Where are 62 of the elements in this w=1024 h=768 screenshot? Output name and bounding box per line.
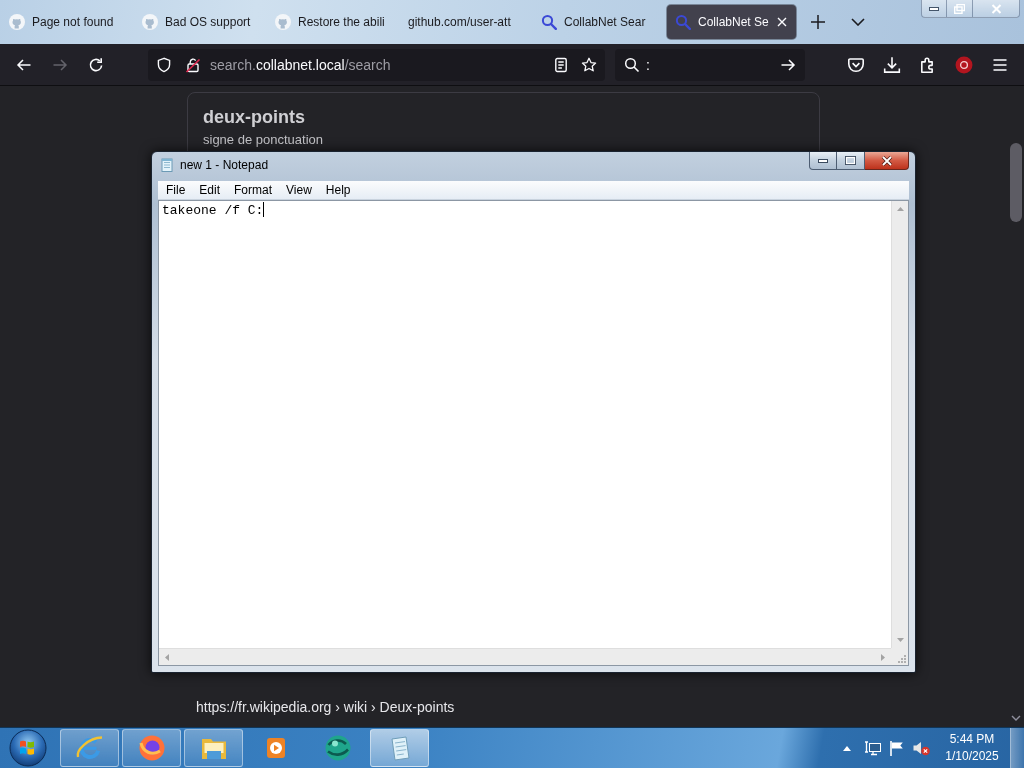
round-badge-icon bbox=[955, 55, 973, 74]
search-field[interactable]: : bbox=[615, 48, 805, 81]
menu-item[interactable]: Help bbox=[318, 181, 358, 199]
browser-tab[interactable]: Bad OS support bbox=[133, 5, 266, 39]
taskbar-button[interactable] bbox=[122, 729, 181, 767]
minimize-button[interactable] bbox=[921, 0, 947, 18]
flag-icon[interactable] bbox=[888, 740, 906, 756]
result-description: signe de ponctuation bbox=[203, 132, 323, 148]
cat-logo-icon bbox=[275, 14, 291, 30]
menu-item[interactable]: File bbox=[159, 181, 193, 199]
crossed-lock-icon[interactable] bbox=[185, 56, 201, 73]
network-icon[interactable] bbox=[864, 740, 882, 756]
reload-icon bbox=[88, 56, 104, 73]
chevron-down-icon bbox=[851, 18, 865, 26]
taskbar-button[interactable] bbox=[184, 729, 243, 767]
up-triangle-icon bbox=[843, 745, 851, 751]
maximize-icon bbox=[845, 156, 856, 165]
notepad-icon bbox=[160, 158, 174, 172]
fox-globe-icon bbox=[136, 733, 167, 763]
shield-icon[interactable] bbox=[156, 56, 172, 73]
browser-tab[interactable]: CollabNet Sear bbox=[532, 5, 665, 39]
menu-icon bbox=[992, 56, 1008, 73]
close-button[interactable] bbox=[865, 152, 909, 170]
minimize-icon bbox=[929, 6, 939, 11]
pocket-icon bbox=[847, 55, 865, 74]
cat-logo-icon bbox=[9, 14, 25, 30]
back-arrow-icon bbox=[16, 56, 32, 73]
menu-item[interactable]: Edit bbox=[192, 181, 228, 199]
page-lines-icon bbox=[553, 56, 569, 73]
search-icon bbox=[675, 14, 691, 30]
forward-arrow-icon bbox=[52, 56, 68, 73]
browser-tab[interactable]: Restore the abili bbox=[266, 5, 399, 39]
close-icon bbox=[990, 3, 1002, 14]
address-field[interactable]: search.collabnet.local/search bbox=[148, 48, 605, 81]
download-icon bbox=[883, 55, 901, 74]
result-url[interactable]: https://fr.wikipedia.org › wiki › Deux-points bbox=[196, 698, 455, 716]
cat-logo-icon bbox=[142, 14, 158, 30]
result-title-link[interactable]: deux-points bbox=[203, 105, 305, 129]
scroll-down-icon[interactable] bbox=[1010, 715, 1021, 721]
clock-button[interactable]: 5:44 PM 1/10/2025 bbox=[938, 729, 1006, 767]
restore-icon bbox=[954, 3, 965, 14]
minimize-icon bbox=[818, 158, 828, 163]
star-icon bbox=[581, 56, 597, 73]
browser-tab[interactable]: github.com/user-att bbox=[399, 5, 532, 39]
browser-tab[interactable]: CollabNet Se bbox=[667, 5, 796, 39]
maximize-button[interactable] bbox=[837, 152, 865, 170]
search-icon bbox=[541, 14, 557, 30]
window-title: new 1 - Notepad bbox=[180, 157, 269, 173]
text-editor[interactable]: takeone /f C: bbox=[159, 201, 891, 648]
menu-item[interactable]: Format bbox=[227, 181, 280, 199]
close-tab-icon[interactable] bbox=[777, 17, 787, 27]
text-cursor-icon bbox=[263, 202, 265, 217]
menu-item[interactable]: View bbox=[279, 181, 319, 199]
plus-icon bbox=[811, 15, 825, 29]
close-icon bbox=[880, 155, 893, 166]
speaker-icon[interactable] bbox=[912, 740, 930, 756]
arrow-right-icon[interactable] bbox=[780, 56, 796, 73]
search-icon bbox=[624, 56, 640, 73]
scrollbar-thumb[interactable] bbox=[1009, 143, 1022, 222]
resize-grip-icon[interactable] bbox=[897, 654, 906, 663]
browser-tab[interactable]: Page not found bbox=[0, 5, 133, 39]
minimize-button[interactable] bbox=[809, 152, 837, 170]
